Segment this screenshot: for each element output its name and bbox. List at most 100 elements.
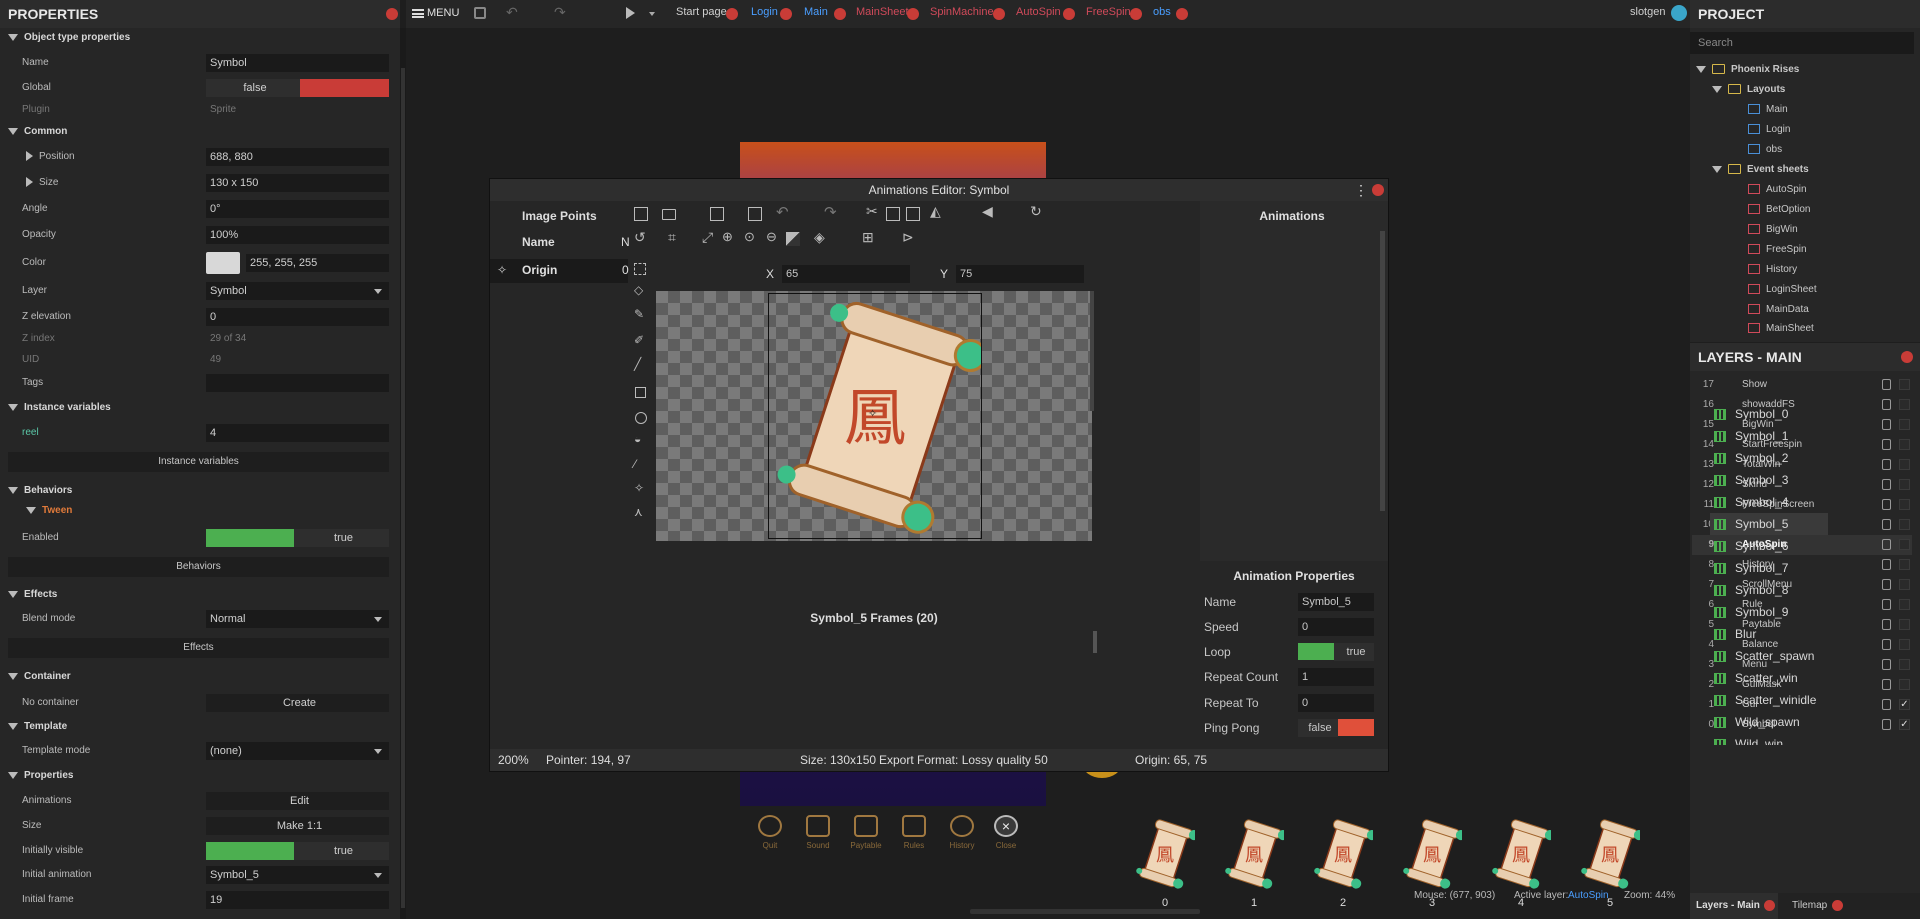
rectangle-icon[interactable]	[635, 387, 646, 398]
tab-obs[interactable]: obs	[1153, 6, 1171, 18]
create-container-button[interactable]: Create	[206, 694, 389, 712]
enabled-toggle[interactable]: true	[294, 529, 389, 547]
play-icon[interactable]	[626, 7, 635, 19]
lock-icon[interactable]	[1882, 639, 1891, 650]
visibility-checkbox[interactable]	[1899, 539, 1910, 550]
zoom-out-icon[interactable]: ⊖	[766, 229, 777, 245]
close-icon[interactable]	[780, 8, 792, 20]
close-dialog-icon[interactable]	[1372, 184, 1384, 196]
color-input[interactable]: 255, 255, 255	[246, 254, 389, 272]
tab-tilemap[interactable]: Tilemap	[1784, 893, 1827, 919]
lock-icon[interactable]	[1882, 599, 1891, 610]
section-common[interactable]: Common	[8, 126, 67, 137]
project-search-input[interactable]: Search	[1690, 32, 1914, 54]
initially-visible-toggle[interactable]: true	[294, 842, 389, 860]
section-tween[interactable]: Tween	[26, 505, 72, 516]
frame-thumbnail[interactable]: 鳳4	[1491, 817, 1555, 909]
frames-scrollbar[interactable]	[1093, 631, 1097, 653]
tree-layout-login[interactable]: Login	[1748, 124, 1790, 135]
close-icon[interactable]	[993, 8, 1005, 20]
lock-icon[interactable]	[1882, 579, 1891, 590]
tags-input[interactable]	[206, 374, 389, 392]
visibility-checkbox[interactable]	[1899, 379, 1910, 390]
animation-item[interactable]: Blur	[1710, 623, 1828, 645]
animation-item[interactable]: Wild_win	[1710, 733, 1828, 745]
tree-sheet-freespin[interactable]: FreeSpin	[1748, 244, 1807, 255]
anim-pingpong-toggle[interactable]: false	[1298, 719, 1338, 737]
undo-icon[interactable]: ↶	[506, 4, 518, 21]
tree-sheet-autospin[interactable]: AutoSpin	[1748, 184, 1807, 195]
lock-icon[interactable]	[1882, 619, 1891, 630]
eraser-icon[interactable]: ◇	[634, 283, 643, 297]
layer-row[interactable]: 17 Show	[1692, 375, 1912, 395]
anim-name-input[interactable]: Symbol_5	[1298, 593, 1374, 611]
opacity-input[interactable]: 100%	[206, 226, 389, 244]
import-frames-icon[interactable]	[748, 207, 762, 221]
lock-icon[interactable]	[1882, 419, 1891, 430]
edit-animations-button[interactable]: Edit	[206, 792, 389, 810]
frame-thumbnail[interactable]: 鳳1	[1224, 817, 1288, 909]
rect-select-icon[interactable]	[634, 263, 646, 275]
frame-thumbnail[interactable]: 鳳2	[1313, 817, 1377, 909]
open-folder-icon[interactable]	[662, 209, 676, 220]
tab-login[interactable]: Login	[751, 6, 778, 18]
image-point-tool-icon[interactable]: ✧	[634, 481, 644, 495]
animation-item[interactable]: Symbol_4	[1710, 491, 1828, 513]
close-icon[interactable]	[907, 8, 919, 20]
tab-mainsheet[interactable]: MainSheet	[856, 6, 909, 18]
lock-icon[interactable]	[1882, 459, 1891, 470]
visibility-checkbox[interactable]	[1899, 659, 1910, 670]
rules-button[interactable]: Rules	[894, 815, 934, 850]
close-icon[interactable]	[1764, 900, 1775, 911]
tree-sheet-mainsheet[interactable]: MainSheet	[1748, 323, 1814, 334]
visibility-checkbox[interactable]	[1899, 559, 1910, 570]
visibility-checkbox[interactable]	[1899, 459, 1910, 470]
play-dropdown-icon[interactable]	[649, 12, 655, 16]
color-swatch[interactable]	[206, 252, 240, 274]
tree-sheet-maindata[interactable]: MainData	[1748, 304, 1809, 315]
lock-icon[interactable]	[1882, 479, 1891, 490]
quit-button[interactable]: Quit	[750, 815, 790, 850]
dialog-titlebar[interactable]: Animations Editor: Symbol	[490, 179, 1388, 201]
make-1to1-button[interactable]: Make 1:1	[206, 817, 389, 835]
lock-icon[interactable]	[1882, 559, 1891, 570]
anim-repeat-to-input[interactable]: 0	[1298, 694, 1374, 712]
animation-item[interactable]: Wild_spawn	[1710, 711, 1828, 733]
animation-item[interactable]: Symbol_0	[1710, 403, 1828, 425]
section-container[interactable]: Container	[8, 671, 71, 682]
effects-button[interactable]: Effects	[8, 638, 389, 658]
section-properties[interactable]: Properties	[8, 770, 73, 781]
close-icon[interactable]	[834, 8, 846, 20]
tab-freespin[interactable]: FreeSpin	[1086, 6, 1131, 18]
resize-icon[interactable]: ⤢	[702, 229, 713, 246]
size-input[interactable]: 130 x 150	[206, 174, 389, 192]
global-toggle[interactable]: false	[206, 79, 300, 97]
redo-icon[interactable]: ↷	[554, 4, 566, 21]
close-icon[interactable]	[386, 8, 398, 20]
tree-sheet-history[interactable]: History	[1748, 264, 1797, 275]
tree-layout-obs[interactable]: obs	[1748, 144, 1782, 155]
visibility-checkbox[interactable]: ✓	[1899, 699, 1910, 710]
initial-animation-select[interactable]: Symbol_5	[206, 866, 389, 884]
animations-scrollbar[interactable]	[1380, 231, 1385, 511]
reel-input[interactable]: 4	[206, 424, 389, 442]
frame-thumbnail[interactable]: 鳳5	[1580, 817, 1644, 909]
visibility-checkbox[interactable]	[1899, 599, 1910, 610]
section-object-type[interactable]: Object type properties	[8, 32, 130, 43]
section-effects[interactable]: Effects	[8, 589, 57, 600]
animation-item[interactable]: Symbol_5	[1710, 513, 1828, 535]
color-picker-icon[interactable]: ⁄	[634, 457, 636, 471]
undo-icon[interactable]: ↶	[776, 203, 789, 221]
visibility-checkbox[interactable]	[1899, 619, 1910, 630]
animation-item[interactable]: Symbol_9	[1710, 601, 1828, 623]
lock-icon[interactable]	[1882, 499, 1891, 510]
cut-icon[interactable]: ✂	[866, 203, 878, 220]
close-icon[interactable]	[726, 8, 738, 20]
close-icon[interactable]	[1832, 900, 1843, 911]
canvas-scrollbar[interactable]	[1090, 291, 1094, 411]
close-icon[interactable]	[1130, 8, 1142, 20]
visibility-checkbox[interactable]	[1899, 479, 1910, 490]
fill-bucket-icon[interactable]: ◒	[634, 432, 641, 446]
preview-play-icon[interactable]: ⊳	[902, 229, 914, 246]
name-input[interactable]: Symbol	[206, 54, 389, 72]
